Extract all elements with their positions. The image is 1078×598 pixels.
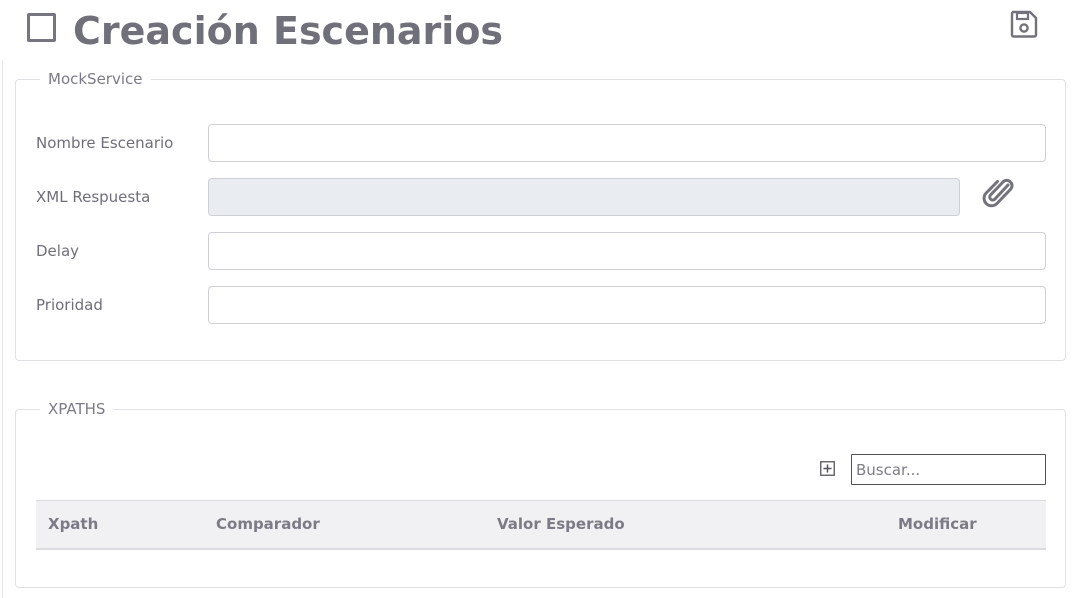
nombre-escenario-input[interactable] <box>208 124 1046 162</box>
left-divider <box>2 60 3 598</box>
xpaths-table-header: Xpath Comparador Valor Esperado Modifica… <box>36 500 1046 550</box>
xpaths-fieldset: XPATHS Xpath Comparador Valor Esperado M… <box>15 400 1066 588</box>
xml-respuesta-input <box>208 178 960 216</box>
checkbox-empty-icon <box>27 13 56 42</box>
delay-input[interactable] <box>208 232 1046 270</box>
nombre-escenario-label: Nombre Escenario <box>36 134 174 152</box>
prioridad-input[interactable] <box>208 286 1046 324</box>
save-icon[interactable] <box>1008 8 1040 40</box>
mockservice-fieldset: MockService Nombre Escenario XML Respues… <box>15 70 1066 361</box>
column-header-comparador[interactable]: Comparador <box>216 501 320 548</box>
xpaths-legend: XPATHS <box>40 400 114 418</box>
search-input[interactable] <box>851 454 1046 485</box>
mockservice-legend: MockService <box>40 70 151 88</box>
page: Creación Escenarios MockService Nombre E… <box>0 0 1078 598</box>
plus-square-icon[interactable] <box>820 461 835 476</box>
xml-respuesta-label: XML Respuesta <box>36 188 151 206</box>
column-header-modificar[interactable]: Modificar <box>898 501 977 548</box>
delay-label: Delay <box>36 242 80 260</box>
paperclip-icon[interactable] <box>981 176 1017 212</box>
page-title: Creación Escenarios <box>73 9 504 53</box>
prioridad-label: Prioridad <box>36 296 103 314</box>
column-header-xpath[interactable]: Xpath <box>48 501 98 548</box>
column-header-valor-esperado[interactable]: Valor Esperado <box>497 501 625 548</box>
